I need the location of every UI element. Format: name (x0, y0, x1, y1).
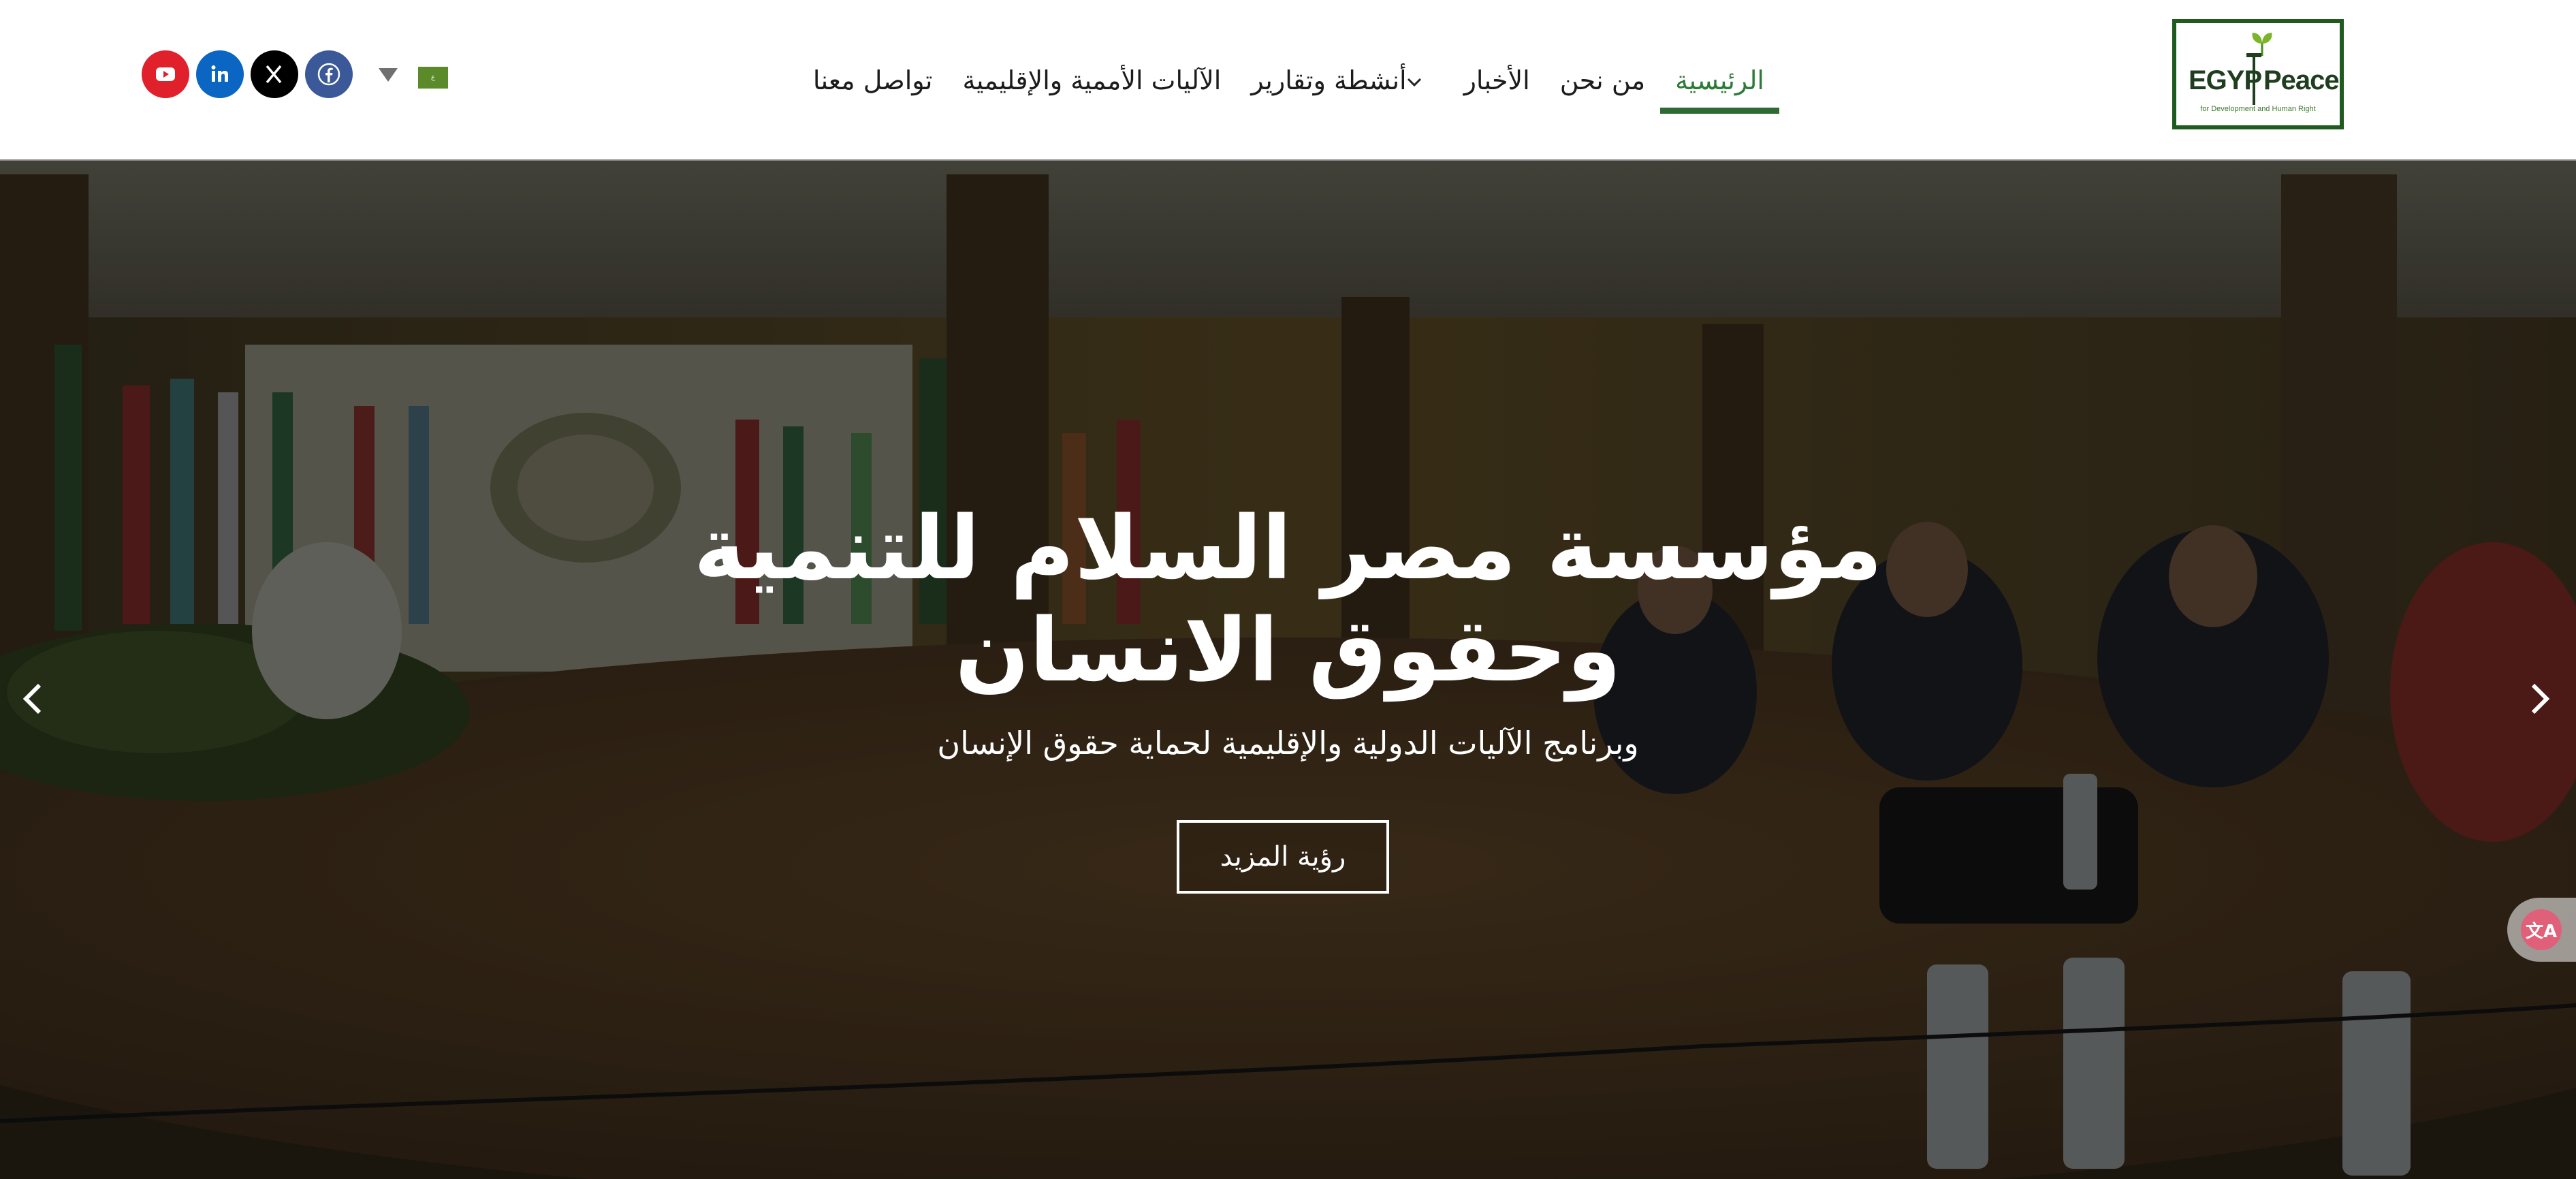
site-logo[interactable]: EGYP Peace for Development and Human Rig… (2172, 19, 2344, 129)
logo-text-right: Peace (2263, 65, 2340, 95)
chevron-down-icon (1407, 69, 1422, 92)
nav-item-label: من نحن (1559, 65, 1646, 95)
nav-item-contact[interactable]: تواصل معنا (798, 0, 948, 161)
logo-tagline: for Development and Human Right (2200, 105, 2316, 113)
nav-item-about[interactable]: من نحن (1545, 0, 1660, 161)
hero-subtitle: وبرنامج الآليات الدولية والإقليمية لحماي… (937, 725, 1639, 761)
nav-item-news[interactable]: الأخبار (1449, 0, 1545, 161)
facebook-icon[interactable] (305, 50, 353, 98)
nav-item-label: الرئيسية (1675, 65, 1764, 95)
hero-title-line-2: وحقوق الانسان (955, 600, 1621, 702)
nav-item-activities[interactable]: أنشطة وتقارير (1236, 0, 1448, 161)
youtube-icon[interactable] (142, 50, 189, 98)
nav-item-label: الآليات الأممية والإقليمية (962, 65, 1222, 95)
hero-title: مؤسسة مصر السلام للتنمية وحقوق الانسان (0, 498, 2576, 702)
see-more-button[interactable]: رؤية المزيد (1177, 820, 1389, 894)
linkedin-icon[interactable] (196, 50, 244, 98)
translate-widget[interactable]: 文A (2507, 898, 2576, 962)
nav-item-label: أنشطة وتقارير (1251, 65, 1407, 95)
logo-t-mark (2246, 53, 2261, 105)
chevron-left-icon[interactable] (12, 672, 53, 726)
nav-item-home[interactable]: الرئيسية (1660, 0, 1779, 161)
language-flag-text: ع (431, 74, 435, 81)
language-flag-icon[interactable]: ع (418, 67, 448, 89)
x-icon[interactable] (251, 50, 298, 98)
translate-icon: 文A (2521, 909, 2562, 950)
nav-item-label: الأخبار (1463, 65, 1530, 95)
hero-slider: مؤسسة مصر السلام للتنمية وحقوق الانسان و… (0, 161, 2576, 1179)
language-dropdown-caret-icon[interactable] (379, 68, 398, 82)
chevron-right-icon[interactable] (2519, 672, 2560, 726)
nav-item-label: تواصل معنا (812, 65, 933, 95)
site-header: EGYP Peace for Development and Human Rig… (0, 0, 2576, 161)
translate-icon-text: 文A (2525, 921, 2558, 942)
hero-title-line-1: مؤسسة مصر السلام للتنمية (693, 498, 1883, 599)
main-nav: الرئيسية من نحن الأخبار أنشطة وتقارير ال… (798, 0, 1779, 161)
nav-item-mechanisms[interactable]: الآليات الأممية والإقليمية (948, 0, 1237, 161)
